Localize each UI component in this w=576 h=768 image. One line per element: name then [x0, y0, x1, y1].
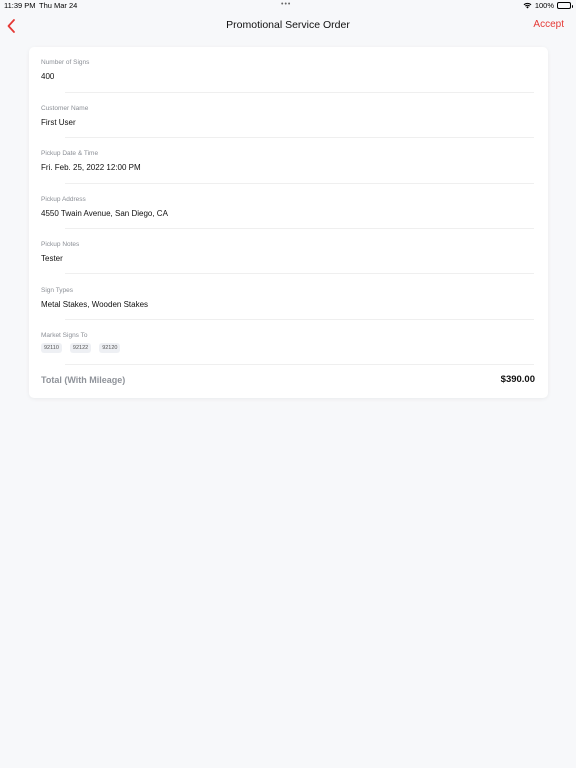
field-pickup-notes: Pickup Notes Tester [41, 241, 534, 263]
field-label: Pickup Address [41, 196, 86, 203]
field-sign-types: Sign Types Metal Stakes, Wooden Stakes [41, 287, 534, 309]
battery-icon [557, 2, 573, 9]
total-value: $390.00 [500, 374, 535, 385]
field-label: Number of Signs [41, 59, 90, 66]
divider [65, 228, 534, 229]
total-row: Total (With Mileage) $390.00 [41, 374, 535, 385]
zip-tag: 92110 [41, 343, 62, 353]
zip-tag: 92120 [99, 343, 121, 353]
divider [65, 137, 534, 138]
accept-button[interactable]: Accept [533, 19, 564, 30]
zip-tag-list: 92110 92122 92120 [41, 343, 534, 353]
wifi-icon [523, 2, 532, 9]
field-customer-name: Customer Name First User [41, 105, 534, 127]
field-label: Sign Types [41, 287, 74, 294]
status-right: 100% [523, 1, 573, 10]
field-value: Tester [41, 254, 63, 263]
field-label: Pickup Notes [41, 241, 80, 248]
status-date: Thu Mar 24 [39, 1, 78, 10]
field-number-of-signs: Number of Signs 400 [41, 59, 534, 81]
divider [65, 319, 534, 320]
divider [65, 92, 534, 93]
field-value: 400 [41, 72, 55, 81]
order-details-card: Number of Signs 400 Customer Name First … [29, 47, 548, 398]
field-label: Pickup Date & Time [41, 150, 99, 157]
field-pickup-address: Pickup Address 4550 Twain Avenue, San Di… [41, 196, 534, 218]
page-title: Promotional Service Order [226, 19, 350, 31]
field-label: Customer Name [41, 105, 89, 112]
navigation-bar: Promotional Service Order Accept [0, 12, 576, 40]
field-value: Fri. Feb. 25, 2022 12:00 PM [41, 163, 141, 172]
field-market-signs-to: Market Signs To 92110 92122 92120 [41, 332, 534, 353]
divider [65, 183, 534, 184]
total-label: Total (With Mileage) [41, 374, 126, 385]
divider [65, 273, 534, 274]
field-value: Metal Stakes, Wooden Stakes [41, 300, 149, 309]
field-value: First User [41, 118, 76, 127]
field-label: Market Signs To [41, 332, 88, 339]
status-time: 11:39 PM [4, 1, 36, 10]
divider [65, 364, 534, 365]
zip-tag: 92122 [69, 343, 92, 353]
battery-percent: 100% [534, 1, 554, 10]
multitasking-dots[interactable]: ••• [281, 1, 291, 8]
status-bar: 11:39 PM Thu Mar 24 ••• 100% [0, 0, 576, 12]
field-pickup-date-time: Pickup Date & Time Fri. Feb. 25, 2022 12… [41, 150, 534, 172]
field-value: 4550 Twain Avenue, San Diego, CA [41, 209, 168, 218]
